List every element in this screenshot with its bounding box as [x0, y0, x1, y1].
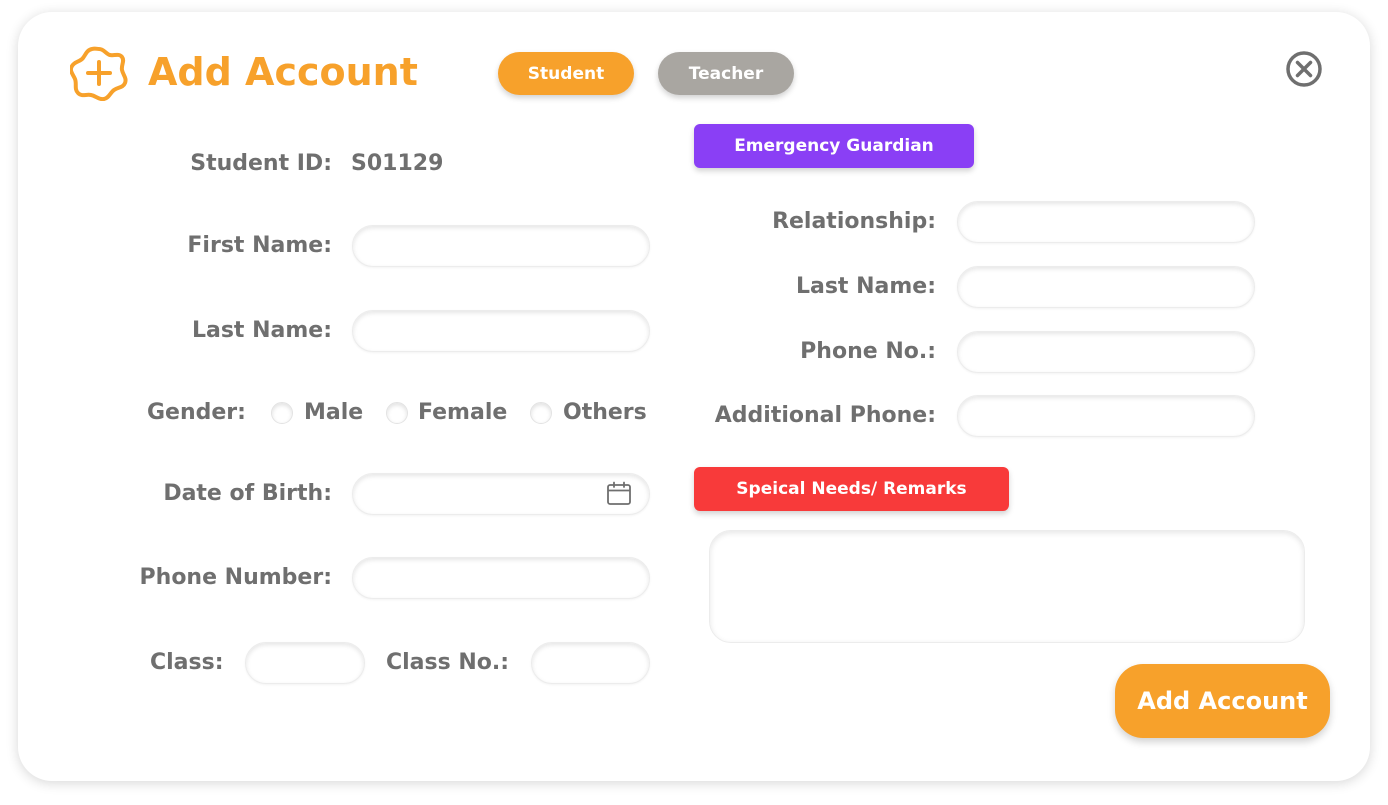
class-label: Class: — [150, 650, 224, 675]
gender-option-others: Others — [563, 400, 647, 425]
guardian-phone-input[interactable] — [957, 331, 1255, 373]
relationship-input[interactable] — [957, 201, 1255, 243]
page-title: Add Account — [148, 50, 418, 94]
guardian-last-name-label: Last Name: — [795, 274, 936, 299]
additional-phone-input[interactable] — [957, 395, 1255, 437]
tab-teacher[interactable]: Teacher — [658, 52, 794, 95]
remarks-textarea[interactable] — [709, 530, 1305, 643]
gender-option-male: Male — [304, 400, 364, 425]
last-name-input[interactable] — [352, 310, 650, 352]
first-name-label: First Name: — [187, 233, 332, 258]
student-id-value: S01129 — [351, 151, 444, 176]
phone-number-input[interactable] — [352, 557, 650, 599]
class-no-label: Class No.: — [386, 650, 510, 675]
special-needs-remarks-header: Speical Needs/ Remarks — [694, 467, 1009, 511]
first-name-input[interactable] — [352, 225, 650, 267]
class-input[interactable] — [245, 642, 365, 684]
guardian-phone-label: Phone No.: — [800, 339, 936, 364]
gender-label: Gender: — [147, 400, 246, 425]
gender-radio-female[interactable] — [386, 402, 408, 424]
gender-radio-male[interactable] — [271, 402, 293, 424]
emergency-guardian-header: Emergency Guardian — [694, 124, 974, 168]
add-account-button[interactable]: Add Account — [1115, 664, 1330, 738]
class-no-input[interactable] — [531, 642, 650, 684]
add-circle-icon — [70, 46, 128, 101]
gender-radio-others[interactable] — [530, 402, 552, 424]
relationship-label: Relationship: — [772, 209, 936, 234]
student-id-label: Student ID: — [190, 151, 332, 176]
guardian-last-name-input[interactable] — [957, 266, 1255, 308]
additional-phone-label: Additional Phone: — [714, 403, 936, 428]
dob-label: Date of Birth: — [163, 481, 332, 506]
calendar-icon[interactable] — [606, 481, 632, 507]
phone-number-label: Phone Number: — [139, 565, 332, 590]
close-icon[interactable] — [1284, 49, 1324, 89]
tab-student[interactable]: Student — [498, 52, 634, 95]
gender-option-female: Female — [418, 400, 508, 425]
last-name-label: Last Name: — [191, 318, 332, 343]
